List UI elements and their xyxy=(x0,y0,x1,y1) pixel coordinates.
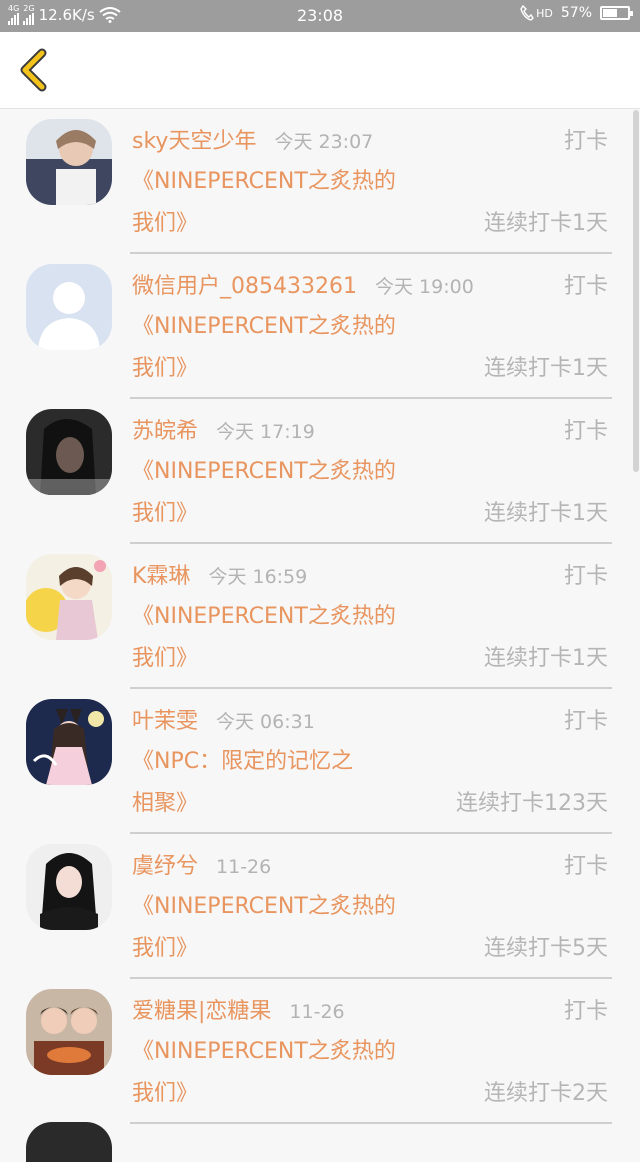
timestamp: 今天 06:31 xyxy=(216,711,315,733)
checkin-label: 打卡 xyxy=(563,274,608,299)
book-title-line2: 我们》 xyxy=(132,936,199,961)
header xyxy=(0,32,640,109)
user-name[interactable]: 虞纾兮 xyxy=(132,854,198,879)
hd-label: HD xyxy=(536,6,553,20)
checkin-list: sky天空少年 今天 23:07 打卡 《NINEPERCENT之炙热的 我们》 … xyxy=(0,109,640,1124)
streak-text: 连续打卡1天 xyxy=(484,211,608,236)
back-button[interactable] xyxy=(14,48,54,92)
list-item[interactable]: 叶茉雯 今天 06:31 打卡 《NPC：限定的记忆之 相聚》 连续打卡123天 xyxy=(0,689,640,834)
book-title-line1: 《NINEPERCENT之炙热的 xyxy=(132,459,396,484)
book-title-line2: 我们》 xyxy=(132,356,199,381)
name-row: 叶茉雯 今天 06:31 xyxy=(132,703,315,735)
name-row: sky天空少年 今天 23:07 xyxy=(132,123,373,155)
book-title-line2: 相聚》 xyxy=(132,791,199,816)
book-title-line2: 我们》 xyxy=(132,646,199,671)
timestamp: 今天 17:19 xyxy=(216,421,315,443)
avatar[interactable] xyxy=(26,989,112,1075)
timestamp: 11-26 xyxy=(216,856,272,878)
battery-icon xyxy=(600,6,633,20)
timestamp: 11-26 xyxy=(289,1001,345,1023)
avatar[interactable] xyxy=(26,844,112,930)
streak-text: 连续打卡123天 xyxy=(456,791,608,816)
streak-text: 连续打卡1天 xyxy=(484,646,608,671)
user-name[interactable]: sky天空少年 xyxy=(132,129,256,154)
chevron-left-icon xyxy=(20,48,47,92)
checkin-label: 打卡 xyxy=(563,854,608,879)
user-name[interactable]: 爱糖果|恋糖果 xyxy=(132,999,271,1024)
streak-text: 连续打卡1天 xyxy=(484,501,608,526)
battery-fill xyxy=(603,9,617,17)
book-title-line1: 《NPC：限定的记忆之 xyxy=(132,749,354,774)
status-right: HD 57% xyxy=(520,5,633,21)
list-item[interactable]: 苏皖希 今天 17:19 打卡 《NINEPERCENT之炙热的 我们》 连续打卡… xyxy=(0,399,640,544)
name-row: K霖琳 今天 16:59 xyxy=(132,558,307,590)
checkin-label: 打卡 xyxy=(563,564,608,589)
avatar[interactable] xyxy=(26,119,112,205)
list-item[interactable]: K霖琳 今天 16:59 打卡 《NINEPERCENT之炙热的 我们》 连续打卡… xyxy=(0,544,640,689)
avatar[interactable] xyxy=(26,699,112,785)
name-row: 爱糖果|恋糖果 11-26 xyxy=(132,993,345,1025)
list-item[interactable]: sky天空少年 今天 23:07 打卡 《NINEPERCENT之炙热的 我们》 … xyxy=(0,109,640,254)
name-row: 苏皖希 今天 17:19 xyxy=(132,413,315,445)
avatar[interactable] xyxy=(26,409,112,495)
book-title-line1: 《NINEPERCENT之炙热的 xyxy=(132,894,396,919)
divider xyxy=(130,1122,612,1124)
book-title-line2: 我们》 xyxy=(132,501,199,526)
list-item[interactable]: 微信用户_085433261 今天 19:00 打卡 《NINEPERCENT之炙… xyxy=(0,254,640,399)
timestamp: 今天 16:59 xyxy=(208,566,308,588)
checkin-label: 打卡 xyxy=(563,709,608,734)
streak-text: 连续打卡2天 xyxy=(484,1081,608,1106)
checkin-label: 打卡 xyxy=(563,999,608,1024)
user-name[interactable]: 苏皖希 xyxy=(132,419,198,444)
scrollbar[interactable] xyxy=(633,110,639,472)
book-title-line1: 《NINEPERCENT之炙热的 xyxy=(132,314,396,339)
hd-call-icon: HD xyxy=(520,5,553,21)
status-bar: 4G 2G 12.6K/s 23:08 HD 57% xyxy=(0,0,640,32)
user-name[interactable]: 叶茉雯 xyxy=(132,709,198,734)
battery-percent: 57% xyxy=(560,5,592,21)
user-name[interactable]: 微信用户_085433261 xyxy=(132,274,357,299)
name-row: 虞纾兮 11-26 xyxy=(132,848,271,880)
list-item[interactable]: 爱糖果|恋糖果 11-26 打卡 《NINEPERCENT之炙热的 我们》 连续打… xyxy=(0,979,640,1124)
streak-text: 连续打卡1天 xyxy=(484,356,608,381)
book-title-line2: 我们》 xyxy=(132,211,199,236)
user-name[interactable]: K霖琳 xyxy=(132,564,190,589)
avatar[interactable] xyxy=(26,554,112,640)
avatar[interactable] xyxy=(26,264,112,350)
timestamp: 今天 23:07 xyxy=(274,131,374,153)
list-item[interactable]: 虞纾兮 11-26 打卡 《NINEPERCENT之炙热的 我们》 连续打卡5天 xyxy=(0,834,640,979)
book-title-line1: 《NINEPERCENT之炙热的 xyxy=(132,169,396,194)
checkin-label: 打卡 xyxy=(563,419,608,444)
book-title-line1: 《NINEPERCENT之炙热的 xyxy=(132,1039,396,1064)
book-title-line2: 我们》 xyxy=(132,1081,199,1106)
name-row: 微信用户_085433261 今天 19:00 xyxy=(132,268,474,300)
book-title-line1: 《NINEPERCENT之炙热的 xyxy=(132,604,396,629)
avatar[interactable] xyxy=(26,1122,112,1162)
checkin-label: 打卡 xyxy=(563,129,608,154)
timestamp: 今天 19:00 xyxy=(374,276,474,298)
streak-text: 连续打卡5天 xyxy=(484,936,608,961)
